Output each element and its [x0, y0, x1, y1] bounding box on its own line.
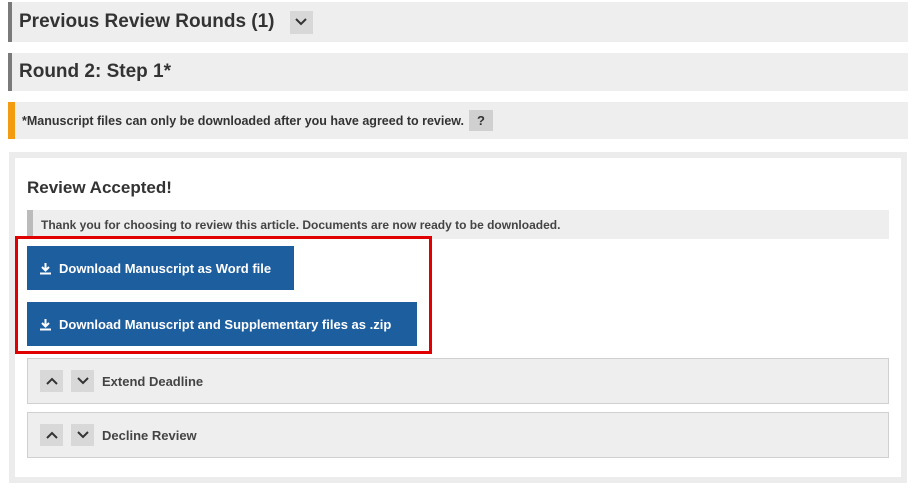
previous-review-rounds-header[interactable]: Previous Review Rounds (1) — [8, 2, 908, 42]
expand-up-button[interactable] — [40, 424, 63, 446]
previous-review-rounds-title: Previous Review Rounds (1) — [19, 11, 275, 32]
round-step-title: Round 2: Step 1* — [19, 61, 172, 82]
decline-review-accordion[interactable]: Decline Review — [27, 412, 889, 458]
chevron-down-icon — [76, 377, 89, 385]
previous-rounds-toggle-button[interactable] — [289, 10, 313, 34]
extend-deadline-label: Extend Deadline — [102, 373, 204, 389]
download-zip-label: Download Manuscript and Supplementary fi… — [59, 316, 392, 332]
download-icon — [40, 318, 51, 330]
download-icon — [40, 262, 51, 274]
extend-deadline-accordion[interactable]: Extend Deadline — [27, 358, 889, 404]
review-accepted-title: Review Accepted! — [27, 178, 172, 197]
round-step-header: Round 2: Step 1* — [8, 53, 908, 91]
chevron-down-icon — [76, 431, 89, 439]
download-notice: *Manuscript files can only be downloaded… — [8, 102, 908, 139]
chevron-up-icon — [45, 377, 58, 385]
help-button[interactable]: ? — [469, 110, 494, 131]
download-word-button[interactable]: Download Manuscript as Word file — [27, 246, 294, 290]
expand-up-button[interactable] — [40, 370, 63, 392]
notice-text: *Manuscript files can only be downloaded… — [22, 113, 465, 128]
chevron-up-icon — [45, 431, 58, 439]
chevron-down-icon — [295, 18, 307, 26]
download-zip-button[interactable]: Download Manuscript and Supplementary fi… — [27, 302, 417, 346]
info-message-text: Thank you for choosing to review this ar… — [41, 217, 561, 232]
info-message: Thank you for choosing to review this ar… — [27, 210, 889, 239]
decline-review-label: Decline Review — [102, 427, 197, 443]
download-word-label: Download Manuscript as Word file — [59, 260, 272, 276]
expand-down-button[interactable] — [71, 424, 94, 446]
expand-down-button[interactable] — [71, 370, 94, 392]
